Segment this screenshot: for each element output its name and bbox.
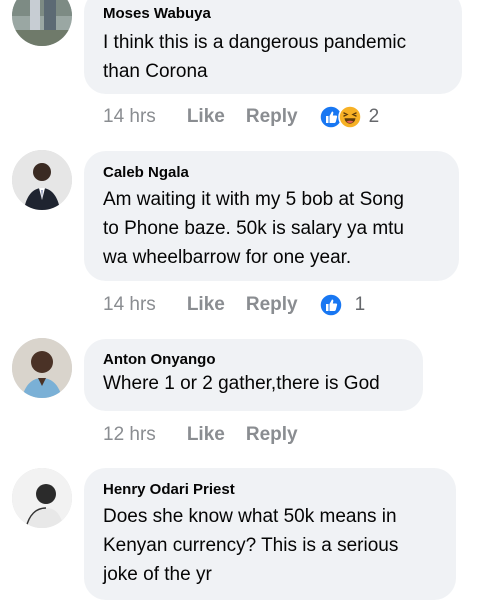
- comment-text-line: than Corona: [103, 61, 208, 82]
- comment-author[interactable]: Anton Onyango: [103, 351, 403, 369]
- comment-bubble: Henry Odari Priest Does she know what 50…: [84, 468, 456, 600]
- reactions-summary[interactable]: 2: [318, 105, 380, 129]
- comment-timestamp[interactable]: 12 hrs: [103, 424, 156, 446]
- comment-text-line: joke of the yr: [103, 564, 212, 585]
- comment-author[interactable]: Moses Wabuya: [103, 5, 442, 23]
- comment-bubble: Anton Onyango Where 1 or 2 gather,there …: [84, 339, 423, 411]
- comment-timestamp[interactable]: 14 hrs: [103, 106, 156, 128]
- avatar[interactable]: [12, 0, 72, 46]
- reply-button[interactable]: Reply: [246, 424, 298, 446]
- avatar[interactable]: [12, 150, 72, 210]
- comment-text-line: Kenyan currency? This is a serious: [103, 535, 399, 556]
- like-button[interactable]: Like: [187, 106, 225, 128]
- reply-button[interactable]: Reply: [246, 106, 298, 128]
- reaction-count: 1: [354, 294, 366, 315]
- like-button[interactable]: Like: [187, 424, 225, 446]
- comment-text-line: Does she know what 50k means in: [103, 506, 397, 527]
- haha-icon: [337, 105, 362, 129]
- comment-actions: 14 hrs Like Reply 1: [103, 290, 365, 320]
- comment-author[interactable]: Caleb Ngala: [103, 164, 439, 182]
- avatar[interactable]: [12, 338, 72, 398]
- like-icon: [318, 293, 343, 317]
- comment-text-line: I think this is a dangerous pandemic: [103, 32, 407, 53]
- comment-bubble: Moses Wabuya I think this is a dangerous…: [84, 0, 462, 94]
- comment-text-line: wa wheelbarrow for one year.: [103, 247, 352, 268]
- reactions-summary[interactable]: 1: [318, 293, 366, 317]
- avatar[interactable]: [12, 468, 72, 528]
- comment-bubble: Caleb Ngala Am waiting it with my 5 bob …: [84, 151, 459, 281]
- comment-actions: 12 hrs Like Reply: [103, 420, 319, 450]
- reaction-count: 2: [368, 106, 380, 127]
- like-button[interactable]: Like: [187, 294, 225, 316]
- comment-text-line: Am waiting it with my 5 bob at Song: [103, 189, 404, 210]
- comment-text-line: Where 1 or 2 gather,there is God: [103, 373, 380, 394]
- comment-text-line: to Phone baze. 50k is salary ya mtu: [103, 218, 404, 239]
- reply-button[interactable]: Reply: [246, 294, 298, 316]
- comment-author[interactable]: Henry Odari Priest: [103, 481, 436, 499]
- comment-timestamp[interactable]: 14 hrs: [103, 294, 156, 316]
- comment-actions: 14 hrs Like Reply 2: [103, 102, 379, 132]
